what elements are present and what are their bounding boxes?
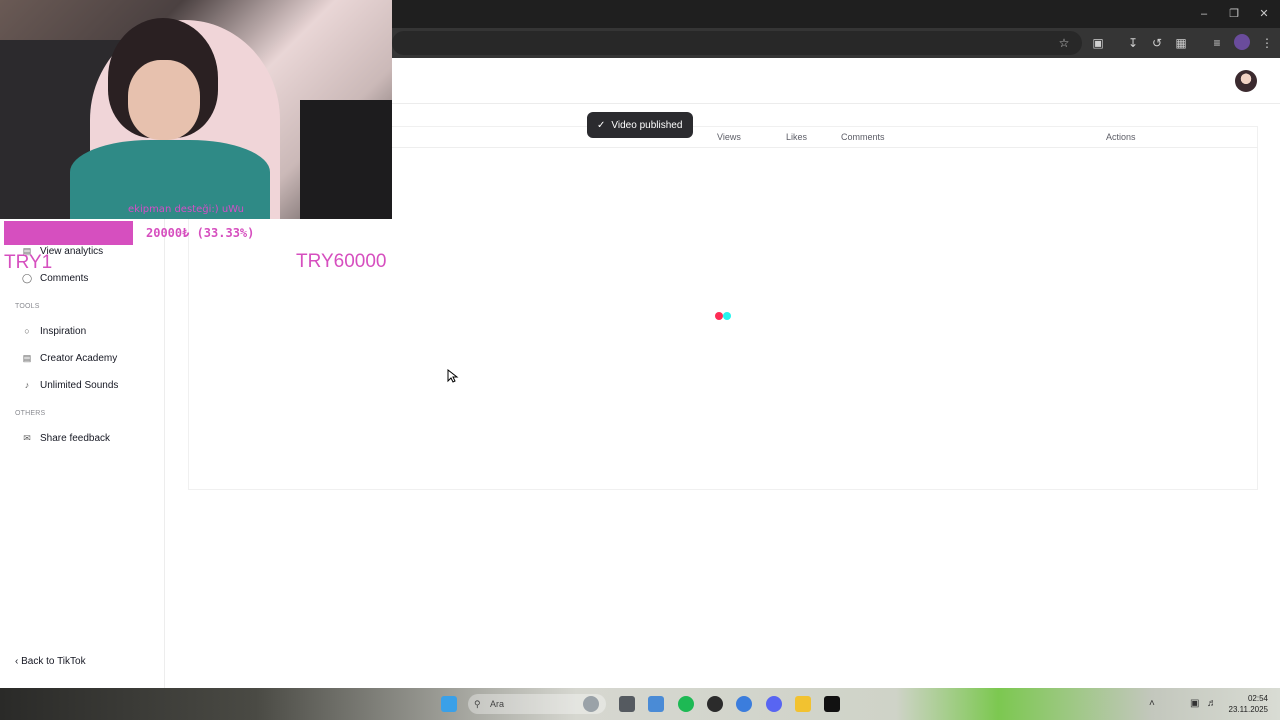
- clock-date: 23.11.2025: [1228, 705, 1268, 714]
- webcam-overlay: [0, 0, 392, 219]
- history-icon[interactable]: ↺: [1148, 34, 1166, 52]
- profile-avatar-icon[interactable]: [1234, 34, 1250, 50]
- chrome-icon[interactable]: [736, 696, 752, 712]
- volume-icon[interactable]: ♬: [1207, 698, 1217, 709]
- minimize-icon[interactable]: –: [1196, 6, 1212, 22]
- windows-start-icon[interactable]: [441, 696, 457, 712]
- taskbar-search-placeholder: Ara: [490, 699, 505, 709]
- webcam-caption: ekipman desteği:) uWu: [128, 204, 245, 215]
- network-icon[interactable]: ▣: [1190, 698, 1199, 709]
- sidebar-heading-others: OTHERS: [15, 410, 46, 417]
- widgets-icon[interactable]: [583, 696, 599, 712]
- taskbar-clock[interactable]: 02:54 23.11.2025: [1226, 693, 1268, 715]
- loading-dot-cyan: [723, 312, 731, 320]
- discord-icon[interactable]: [766, 696, 782, 712]
- file-explorer-icon[interactable]: [795, 696, 811, 712]
- spotify-icon[interactable]: [678, 696, 694, 712]
- toast-notification: ✓ Video published: [587, 112, 693, 138]
- sidebar-item-label: Unlimited Sounds: [40, 379, 119, 391]
- clock-time: 02:54: [1247, 694, 1268, 703]
- avatar[interactable]: [1235, 70, 1257, 92]
- sidebar-item-creator-academy[interactable]: ▤ Creator Academy: [22, 350, 118, 366]
- address-bar[interactable]: [392, 31, 1082, 55]
- mouse-cursor-icon: [447, 369, 459, 383]
- sidebar-item-label: Inspiration: [40, 325, 87, 337]
- donation-goal-max: TRY60000: [296, 251, 387, 272]
- bookmark-star-icon[interactable]: ☆: [1055, 34, 1073, 52]
- sidebar-item-inspiration[interactable]: ○ Inspiration: [22, 323, 86, 339]
- sidebar-item-label: Comments: [40, 272, 89, 284]
- restore-icon[interactable]: ❐: [1226, 6, 1242, 22]
- obs-icon[interactable]: [707, 696, 723, 712]
- back-link-label: Back to TikTok: [21, 656, 86, 667]
- mail-icon: ✉: [23, 433, 31, 443]
- capcut-icon[interactable]: [824, 696, 840, 712]
- column-header-comments[interactable]: Comments: [841, 132, 885, 142]
- translate-icon[interactable]: ▦: [1172, 34, 1190, 52]
- sidebar-item-label: Share feedback: [40, 432, 111, 444]
- download-icon[interactable]: ↧: [1124, 34, 1142, 52]
- column-header-likes[interactable]: Likes: [786, 132, 807, 142]
- sidebar-item-unlimited-sounds[interactable]: ♪ Unlimited Sounds: [22, 377, 119, 393]
- column-header-views[interactable]: Views: [717, 132, 741, 142]
- book-icon: ▤: [22, 353, 32, 363]
- store-icon[interactable]: [648, 696, 664, 712]
- loading-dot-red: [715, 312, 723, 320]
- media-controls-icon[interactable]: ≡: [1208, 34, 1226, 52]
- back-to-tiktok-link[interactable]: ‹ Back to TikTok: [15, 656, 86, 667]
- taskbar: [0, 688, 1280, 720]
- check-icon: ✓: [597, 119, 606, 131]
- extensions-icon[interactable]: ▣: [1089, 34, 1107, 52]
- sidebar-item-share-feedback[interactable]: ✉ Share feedback: [22, 430, 110, 446]
- webcam-desk: [300, 100, 392, 219]
- close-icon[interactable]: ✕: [1256, 6, 1272, 22]
- sidebar-heading-tools: TOOLS: [15, 303, 40, 310]
- donation-goal-text: 20000₺ (33.33%): [146, 226, 255, 240]
- chevron-left-icon: ‹: [15, 656, 19, 667]
- task-view-icon[interactable]: [619, 696, 635, 712]
- webcam-face: [128, 60, 200, 140]
- tray-chevron-up-icon[interactable]: ˄: [1149, 698, 1155, 709]
- donation-goal-min: TRY1: [4, 252, 53, 273]
- column-header-actions: Actions: [1106, 132, 1136, 142]
- search-icon: ⚲: [474, 699, 481, 709]
- sidebar-item-label: Creator Academy: [40, 352, 118, 364]
- menu-kebab-icon[interactable]: ⋮: [1258, 34, 1276, 52]
- comment-icon: ◯: [22, 273, 33, 283]
- toast-label: Video published: [611, 119, 683, 131]
- music-note-icon: ♪: [24, 380, 30, 390]
- bulb-icon: ○: [24, 326, 30, 336]
- donation-goal-bar: [4, 221, 133, 245]
